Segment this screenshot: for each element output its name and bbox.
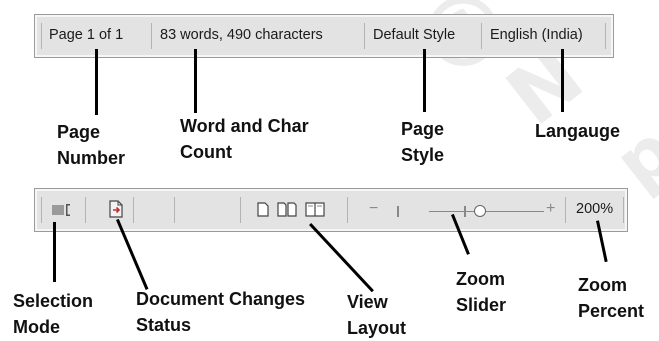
separator	[41, 197, 42, 223]
pointer-page-number	[95, 49, 98, 115]
pointer-language	[561, 49, 564, 112]
label-zoom-percent: Zoom Percent	[578, 275, 645, 321]
label-view-layout: View Layout	[347, 292, 407, 338]
label-page-number: Page Number	[57, 122, 126, 168]
single-page-view-icon[interactable]	[257, 202, 269, 222]
word-count-field[interactable]: 83 words, 490 characters	[160, 27, 323, 43]
pointer-selection-mode	[53, 222, 56, 282]
zoom-in-button[interactable]: +	[546, 200, 555, 218]
separator	[605, 23, 606, 49]
label-selection-mode: Selection Mode	[13, 291, 94, 337]
status-bar-bottom: − + 200%	[34, 188, 628, 232]
label-word-char-count: Word and Char Count	[180, 116, 309, 162]
page-number-field[interactable]: Page 1 of 1	[49, 27, 123, 43]
label-zoom-slider: Zoom Slider	[456, 269, 507, 315]
zoom-out-button[interactable]: −	[369, 200, 378, 218]
multi-page-view-icon[interactable]	[277, 202, 297, 222]
zoom-slider-track[interactable]	[429, 211, 544, 212]
zoom-slider-tick	[397, 206, 399, 217]
label-document-changes: Document Changes Status	[136, 289, 306, 335]
pointer-view-layout	[309, 222, 374, 293]
selection-mode-icon[interactable]	[51, 203, 73, 222]
separator	[133, 197, 134, 223]
separator	[41, 23, 42, 49]
page-style-field[interactable]: Default Style	[373, 27, 455, 43]
zoom-slider-tick	[464, 206, 466, 217]
separator	[347, 197, 348, 223]
pointer-page-style	[423, 49, 426, 112]
book-view-icon[interactable]	[305, 202, 325, 222]
label-page-style: Page Style	[401, 119, 445, 165]
separator	[85, 197, 86, 223]
zoom-slider-handle[interactable]	[474, 205, 486, 217]
separator	[151, 23, 152, 49]
pointer-word-char-count	[194, 49, 197, 113]
separator	[481, 23, 482, 49]
language-field[interactable]: English (India)	[490, 27, 583, 43]
separator	[565, 197, 566, 223]
label-language: Langauge	[535, 121, 621, 141]
status-bar-top: Page 1 of 1 83 words, 490 characters Def…	[34, 14, 614, 58]
separator	[623, 197, 624, 223]
separator	[174, 197, 175, 223]
separator	[240, 197, 241, 223]
separator	[364, 23, 365, 49]
zoom-percent-field[interactable]: 200%	[576, 201, 613, 217]
